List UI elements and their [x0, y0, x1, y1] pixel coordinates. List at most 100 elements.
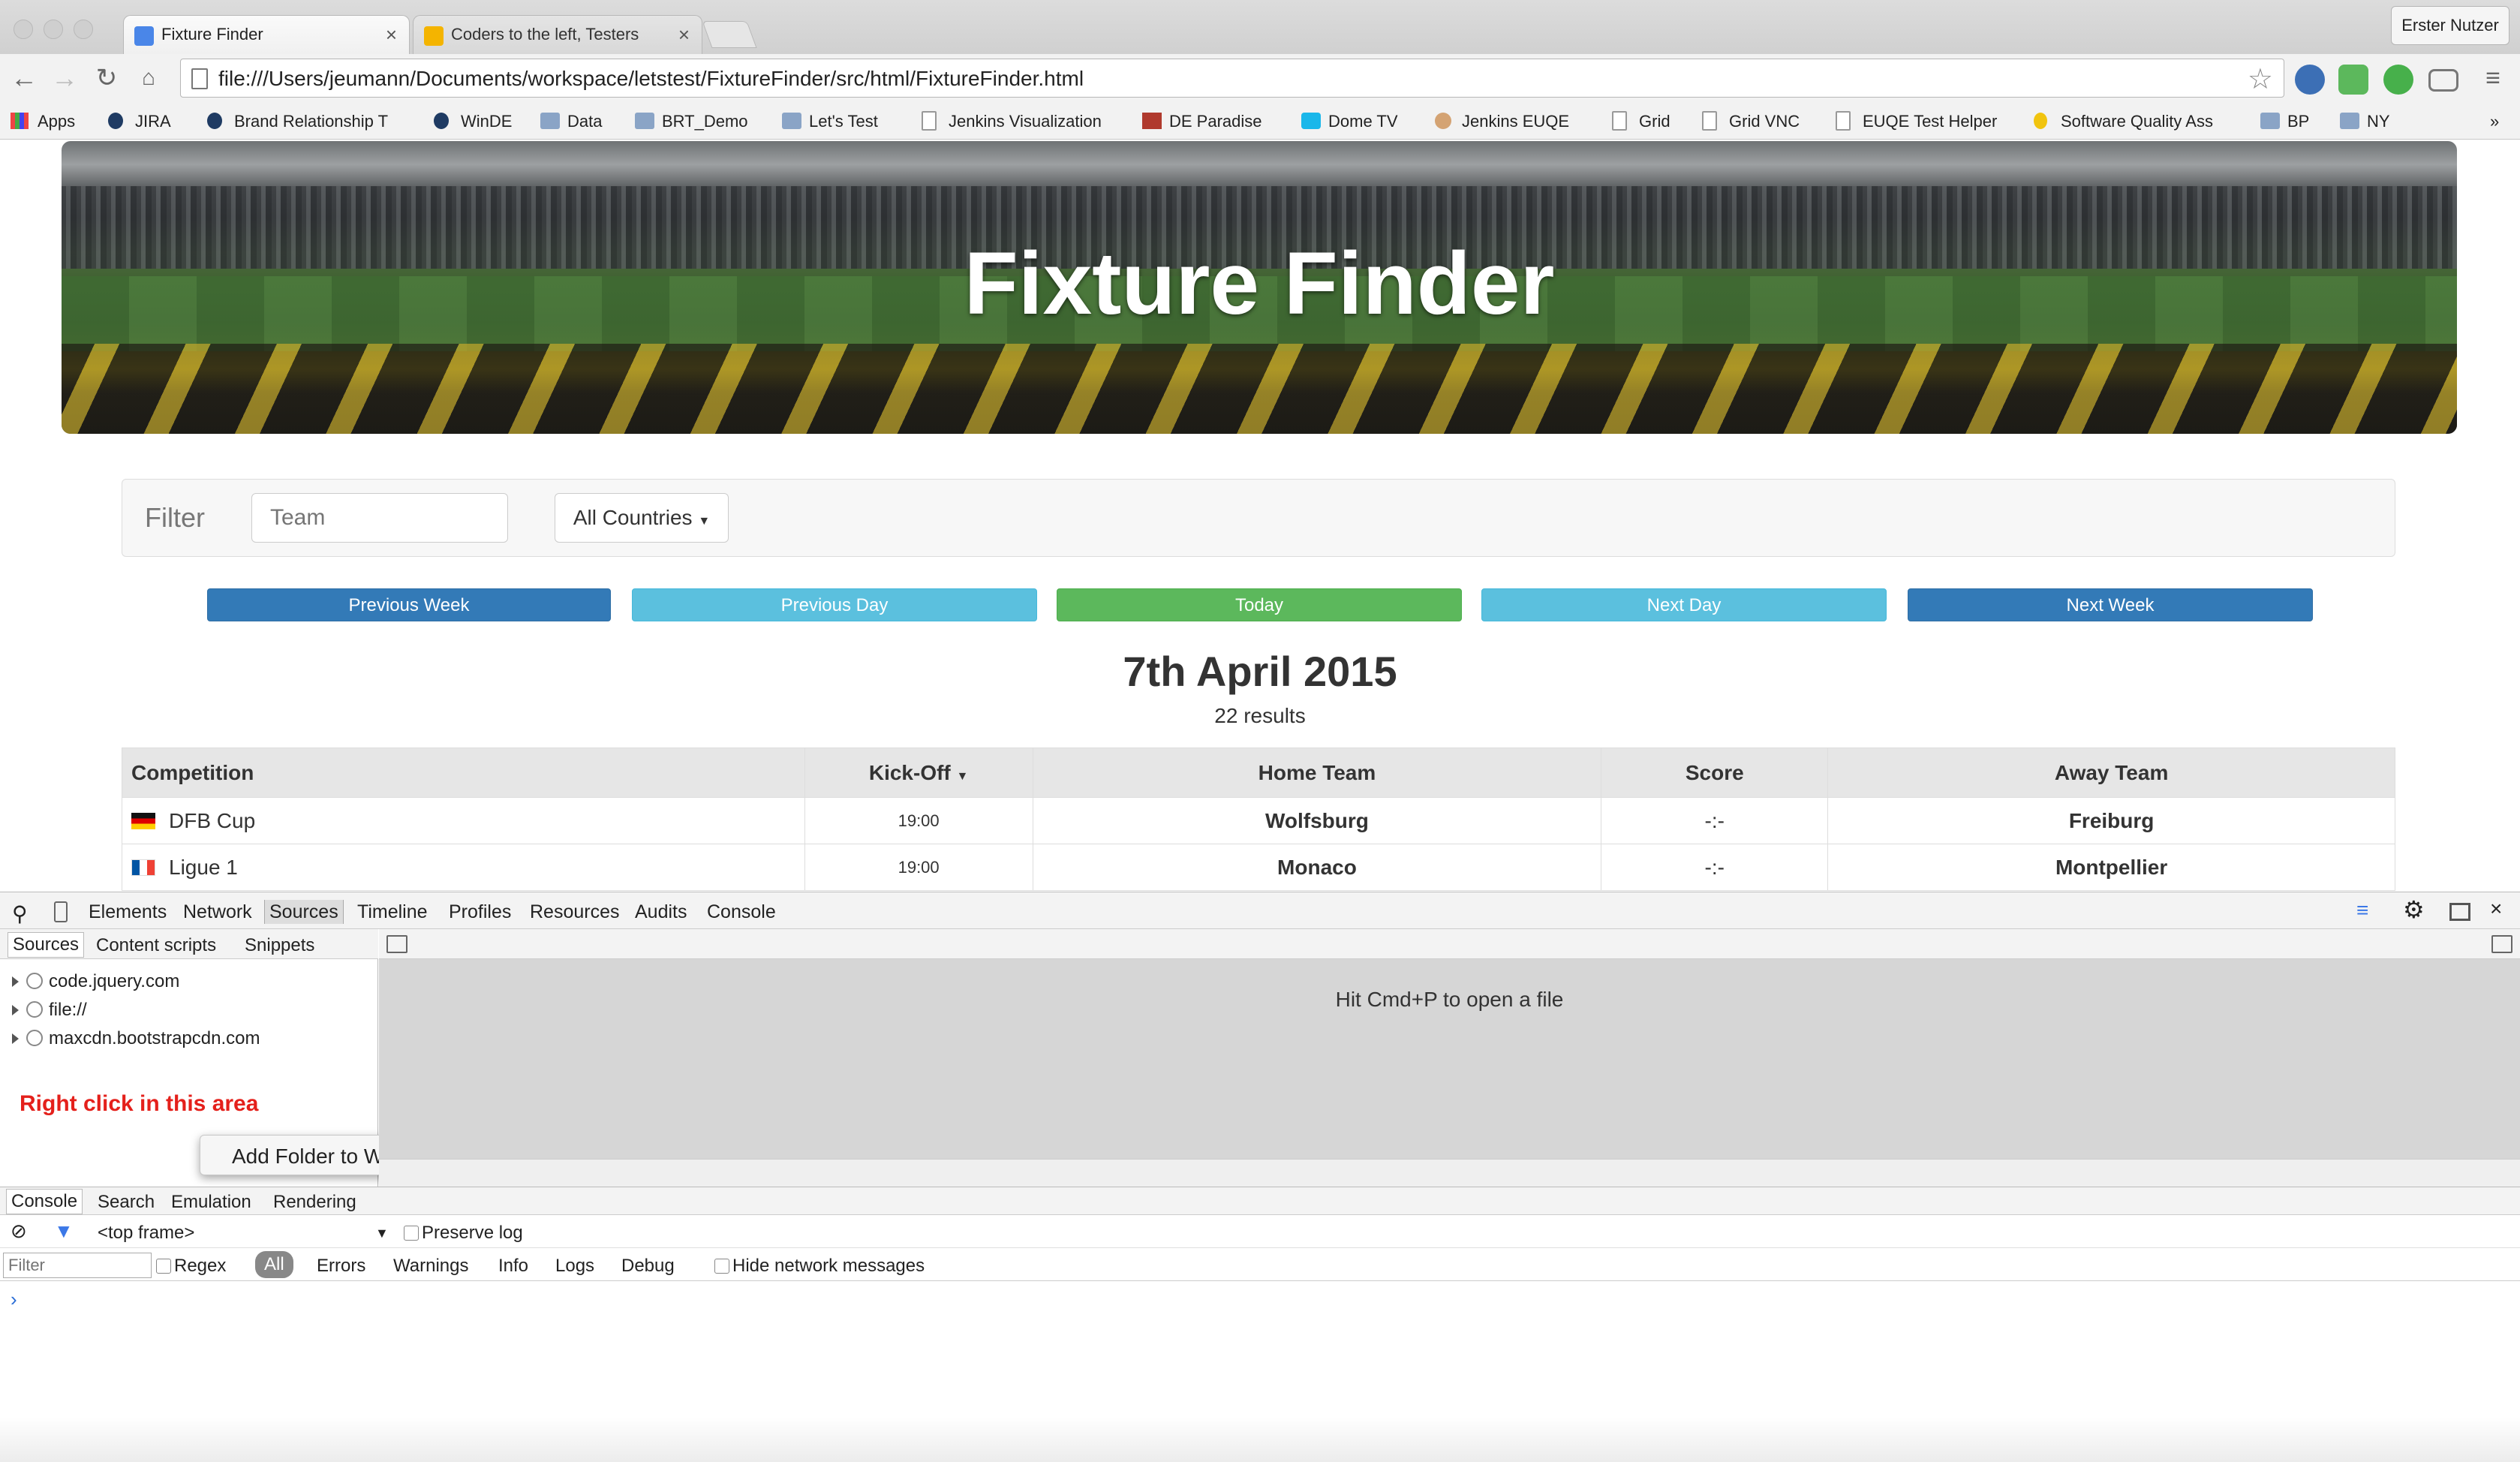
minimize-window-button[interactable] [44, 20, 63, 39]
drawer-tab-emulation[interactable]: Emulation [171, 1192, 251, 1213]
dock-side-icon[interactable] [2449, 903, 2470, 921]
devtools-tab-timeline[interactable]: Timeline [357, 901, 428, 923]
bookmark-euqe-test-helper[interactable]: EUQE Test Helper [1836, 110, 1997, 134]
column-header-competition[interactable]: Competition [122, 748, 805, 798]
console-filter-input[interactable] [3, 1253, 152, 1278]
bookmark-star-icon[interactable]: ☆ [2248, 62, 2273, 96]
level-debug-button[interactable]: Debug [621, 1256, 675, 1277]
settings-gear-icon[interactable]: ⚙ [2403, 895, 2425, 924]
bookmark-data[interactable]: Data [540, 110, 602, 134]
previous-week-button[interactable]: Previous Week [207, 588, 611, 621]
table-row[interactable]: DFB Cup 19:00 Wolfsburg -:- Freiburg [122, 797, 2395, 844]
sources-navigator[interactable]: Sources Content scripts Snippets code.jq… [0, 929, 510, 1187]
bookmark-winde[interactable]: WinDE [434, 110, 512, 134]
browser-tab-fixture-finder[interactable]: Fixture Finder × [123, 15, 410, 54]
bookmark-ny[interactable]: NY [2340, 110, 2390, 134]
team-search-input[interactable] [251, 493, 508, 543]
table-row[interactable]: Ligue 1 19:00 Monaco -:- Montpellier [122, 844, 2395, 891]
close-tab-icon[interactable]: × [678, 23, 690, 47]
bookmark-grid[interactable]: Grid [1612, 110, 1670, 134]
level-errors-button[interactable]: Errors [317, 1256, 365, 1277]
close-devtools-icon[interactable]: × [2490, 897, 2502, 921]
forward-arrow-icon[interactable]: → [48, 60, 81, 96]
bookmark-brand-relationship[interactable]: Brand Relationship T [207, 110, 408, 134]
bookmark-apps[interactable]: Apps [11, 110, 75, 134]
devtools-tab-audits[interactable]: Audits [635, 901, 687, 923]
column-header-home-team[interactable]: Home Team [1032, 748, 1602, 798]
show-drawer-icon[interactable]: ≡ [2356, 898, 2368, 922]
today-button[interactable]: Today [1057, 588, 1462, 621]
bookmark-grid-vnc[interactable]: Grid VNC [1702, 110, 1800, 134]
preserve-log-checkbox[interactable]: Preserve log [404, 1223, 523, 1244]
frame-selector[interactable]: <top frame> [98, 1223, 194, 1244]
expand-triangle-icon[interactable] [12, 1005, 19, 1015]
tree-item-maxcdn[interactable]: maxcdn.bootstrapcdn.com [12, 1028, 260, 1049]
drawer-tab-rendering[interactable]: Rendering [273, 1192, 356, 1213]
maximize-window-button[interactable] [74, 20, 93, 39]
bookmark-lets-test[interactable]: Let's Test [782, 110, 878, 134]
console-prompt[interactable]: › [11, 1288, 17, 1311]
clear-console-icon[interactable]: ⊘ [11, 1220, 27, 1243]
expand-triangle-icon[interactable] [12, 976, 19, 987]
back-arrow-icon[interactable]: ← [8, 60, 41, 96]
checkbox-icon[interactable] [404, 1226, 419, 1241]
devtools-tab-resources[interactable]: Resources [530, 901, 620, 923]
cast-icon[interactable] [2428, 69, 2458, 92]
close-tab-icon[interactable]: × [386, 23, 397, 47]
level-info-button[interactable]: Info [498, 1256, 528, 1277]
next-week-button[interactable]: Next Week [1908, 588, 2313, 621]
close-window-button[interactable] [14, 20, 33, 39]
menu-icon[interactable]: ≡ [2476, 60, 2509, 96]
extension-globe-icon[interactable] [2295, 65, 2325, 95]
source-editor-area[interactable]: Hit Cmd+P to open a file [379, 929, 2520, 1187]
devtools-tab-network[interactable]: Network [183, 901, 252, 923]
reload-icon[interactable]: ↻ [90, 60, 123, 96]
column-header-kickoff[interactable]: Kick-Off ▼ [804, 748, 1033, 798]
bookmark-brt-demo[interactable]: BRT_Demo [635, 110, 748, 134]
bookmark-jenkins-visualization[interactable]: Jenkins Visualization [922, 110, 1102, 134]
column-header-score[interactable]: Score [1601, 748, 1829, 798]
profile-button[interactable]: Erster Nutzer [2391, 6, 2509, 45]
navigator-tab-sources[interactable]: Sources [8, 932, 85, 958]
toggle-navigator-icon[interactable] [386, 935, 407, 953]
browser-tab-coders[interactable]: Coders to the left, Testers × [413, 15, 702, 54]
devtools-tab-elements[interactable]: Elements [89, 901, 167, 923]
console-output-area[interactable] [0, 1417, 2520, 1462]
bookmark-bp[interactable]: BP [2260, 110, 2309, 134]
bookmark-software-quality[interactable]: Software Quality Ass [2034, 110, 2236, 134]
level-warnings-button[interactable]: Warnings [393, 1256, 468, 1277]
column-header-away-team[interactable]: Away Team [1827, 748, 2395, 798]
tree-item-file[interactable]: file:// [12, 1000, 87, 1021]
navigator-tab-snippets[interactable]: Snippets [245, 935, 314, 956]
new-tab-button[interactable] [702, 21, 757, 48]
level-all-button[interactable]: All [255, 1251, 293, 1278]
regex-checkbox[interactable]: Regex [156, 1256, 226, 1277]
expand-triangle-icon[interactable] [12, 1033, 19, 1044]
extension-circle-icon[interactable] [2383, 65, 2413, 95]
drawer-tab-search[interactable]: Search [98, 1192, 155, 1213]
frame-dropdown-arrow-icon[interactable]: ▼ [375, 1226, 389, 1241]
bookmark-jenkins-euqe[interactable]: Jenkins EUQE [1435, 110, 1569, 134]
device-mode-icon[interactable] [54, 901, 68, 922]
address-bar[interactable]: file:///Users/jeumann/Documents/workspac… [180, 59, 2284, 98]
devtools-tab-sources[interactable]: Sources [264, 900, 344, 924]
checkbox-icon[interactable] [714, 1259, 729, 1274]
bookmark-de-paradise[interactable]: DE Paradise [1142, 110, 1262, 134]
cors-extension-icon[interactable] [2338, 65, 2368, 95]
bookmark-jira[interactable]: JIRA [108, 110, 171, 134]
home-icon[interactable]: ⌂ [132, 60, 165, 96]
inspect-search-icon[interactable]: ⚲ [12, 901, 28, 926]
hide-network-checkbox[interactable]: Hide network messages [714, 1256, 925, 1277]
checkbox-icon[interactable] [156, 1259, 171, 1274]
country-dropdown[interactable]: All Countries ▼ [555, 493, 729, 543]
next-day-button[interactable]: Next Day [1481, 588, 1887, 621]
bookmarks-overflow-button[interactable]: » [2490, 110, 2499, 134]
devtools-tab-console[interactable]: Console [707, 901, 776, 923]
toggle-debugger-icon[interactable] [2491, 935, 2512, 953]
level-logs-button[interactable]: Logs [555, 1256, 594, 1277]
navigator-tab-content-scripts[interactable]: Content scripts [96, 935, 216, 956]
filter-funnel-icon[interactable]: ▼ [54, 1220, 74, 1243]
tree-item-code-jquery[interactable]: code.jquery.com [12, 971, 179, 992]
previous-day-button[interactable]: Previous Day [632, 588, 1037, 621]
bookmark-dome-tv[interactable]: Dome TV [1301, 110, 1398, 134]
